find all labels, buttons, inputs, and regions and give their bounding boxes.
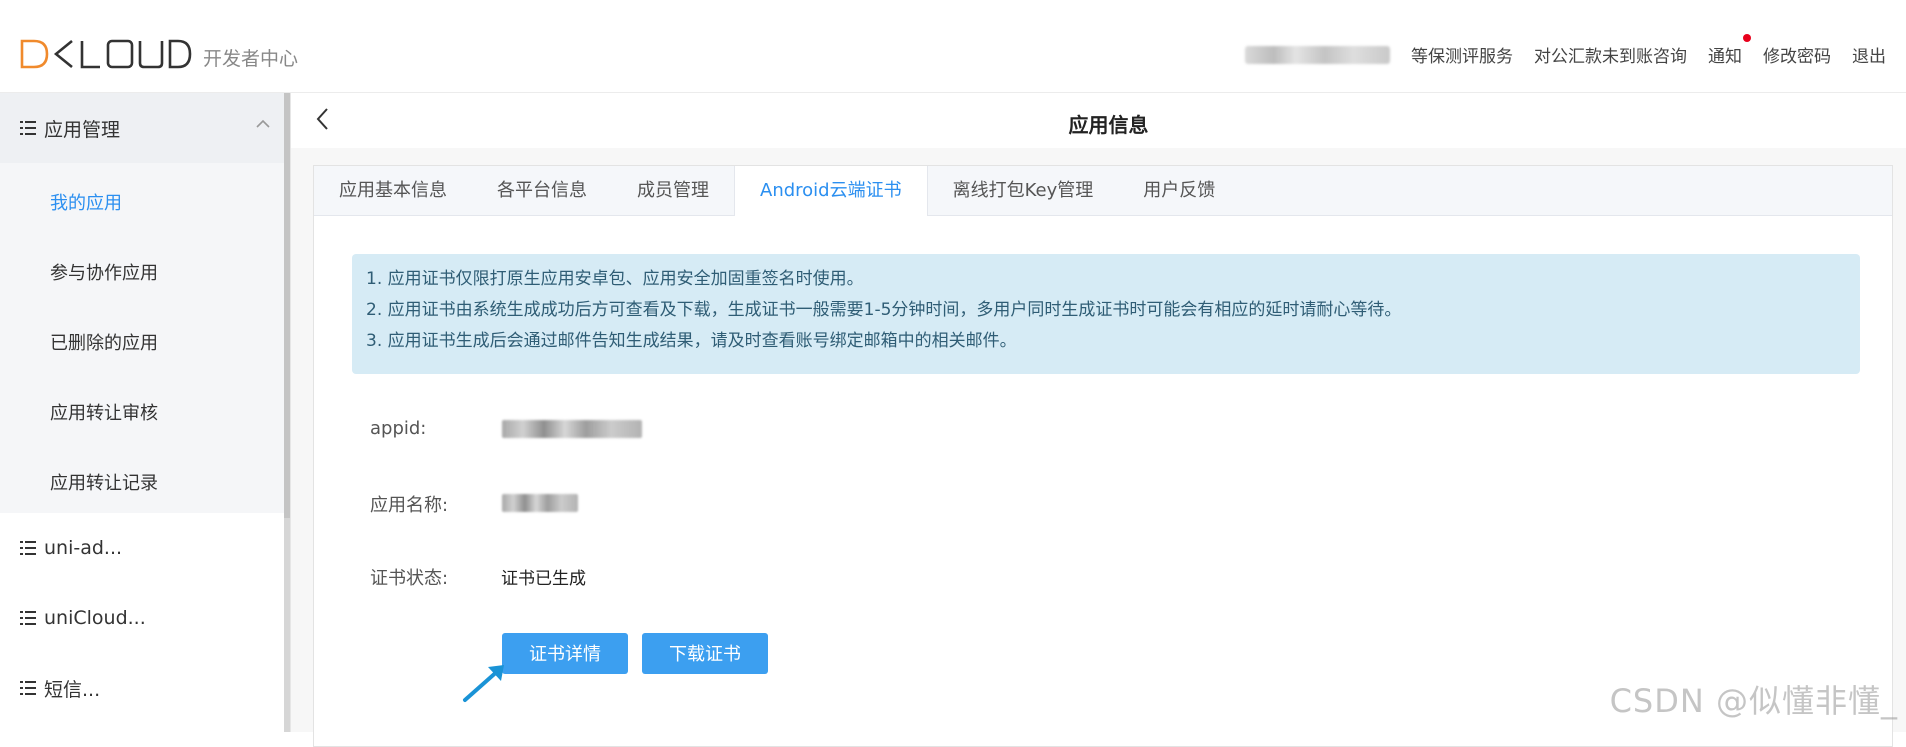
page-header: 应用信息 <box>291 93 1906 148</box>
brand-subtitle: 开发者中心 <box>203 48 299 70</box>
submenu: 我的应用 参与协作应用 已删除的应用 应用转让审核 应用转让记录 <box>0 163 284 513</box>
sidebar-item-unicloud[interactable]: uniCloud... <box>0 583 284 653</box>
list-icon <box>20 681 36 695</box>
tab-user-feedback[interactable]: 用户反馈 <box>1118 166 1240 215</box>
tab-members[interactable]: 成员管理 <box>612 166 734 215</box>
tab-platform-info[interactable]: 各平台信息 <box>472 166 612 215</box>
nav-logout[interactable]: 退出 <box>1852 42 1886 67</box>
appid-value-blurred <box>502 420 642 438</box>
notice-badge-dot <box>1743 34 1751 42</box>
cert-detail-button[interactable]: 证书详情 <box>502 633 628 674</box>
chevron-up-icon <box>256 119 270 128</box>
sidebar-item-label: uniCloud... <box>44 607 146 629</box>
menu-group-app-management[interactable]: 应用管理 <box>0 93 284 163</box>
app-name-label: 应用名称: <box>370 495 449 516</box>
sidebar-scrollbar-thumb[interactable] <box>284 93 290 518</box>
sidebar-item-label: 短信... <box>44 678 101 701</box>
alert-line: 1. 应用证书仅限打原生应用安卓包、应用安全加固重签名时使用。 <box>366 269 864 289</box>
tab-basic-info[interactable]: 应用基本信息 <box>314 166 472 215</box>
list-icon <box>20 611 36 625</box>
main-content: 应用信息 应用基本信息 各平台信息 成员管理 Android云端证书 离线打包K… <box>291 93 1906 747</box>
sidebar-item-uni-ad[interactable]: uni-ad... <box>0 513 284 583</box>
appid-label: appid: <box>370 418 427 439</box>
nav-notice[interactable]: 通知 <box>1708 34 1751 67</box>
alert-line: 3. 应用证书生成后会通过邮件告知生成结果，请及时查看账号绑定邮箱中的相关邮件。 <box>366 331 1017 351</box>
nav-change-password[interactable]: 修改密码 <box>1763 42 1831 67</box>
dcloud-logo[interactable] <box>20 36 192 72</box>
list-icon <box>20 541 36 555</box>
nav-remittance-inquiry[interactable]: 对公汇款未到账咨询 <box>1534 42 1687 67</box>
user-account-blurred[interactable] <box>1245 45 1390 64</box>
tab-android-cloud-cert[interactable]: Android云端证书 <box>734 166 928 216</box>
cert-status-value: 证书已生成 <box>501 569 586 589</box>
sidebar-item-label: uni-ad... <box>44 537 123 559</box>
info-alert: 1. 应用证书仅限打原生应用安卓包、应用安全加固重签名时使用。 2. 应用证书由… <box>352 254 1860 374</box>
sidebar: 应用管理 我的应用 参与协作应用 已删除的应用 应用转让审核 应用转让记录 un… <box>0 93 291 732</box>
sidebar-item-deleted-apps[interactable]: 已删除的应用 <box>50 329 158 355</box>
sidebar-item-transfer-record[interactable]: 应用转让记录 <box>50 469 158 495</box>
sidebar-item-sms[interactable]: 短信... <box>0 653 284 723</box>
cert-status-label: 证书状态: <box>370 568 449 589</box>
nav-security-service[interactable]: 等保测评服务 <box>1411 42 1513 67</box>
content-card: 应用基本信息 各平台信息 成员管理 Android云端证书 离线打包Key管理 … <box>313 165 1893 747</box>
tab-offline-key[interactable]: 离线打包Key管理 <box>928 166 1119 215</box>
alert-line: 2. 应用证书由系统生成成功后方可查看及下载，生成证书一般需要1-5分钟时间，多… <box>366 300 1402 320</box>
top-nav: 等保测评服务 对公汇款未到账咨询 通知 修改密码 退出 <box>1245 34 1886 67</box>
top-header: 开发者中心 等保测评服务 对公汇款未到账咨询 通知 修改密码 退出 <box>0 0 1906 93</box>
sidebar-item-transfer-review[interactable]: 应用转让审核 <box>50 399 158 425</box>
sidebar-item-my-apps[interactable]: 我的应用 <box>50 189 122 215</box>
tab-bar: 应用基本信息 各平台信息 成员管理 Android云端证书 离线打包Key管理 … <box>314 166 1892 216</box>
app-name-value-blurred <box>502 494 578 512</box>
nav-notice-label: 通知 <box>1708 47 1742 67</box>
list-icon <box>20 121 36 135</box>
annotation-arrow-icon <box>463 665 504 702</box>
csdn-watermark: CSDN @似懂非懂_ <box>1609 682 1898 720</box>
menu-group-label: 应用管理 <box>44 118 121 141</box>
sidebar-item-collab-apps[interactable]: 参与协作应用 <box>50 259 158 285</box>
page-title: 应用信息 <box>1068 113 1149 137</box>
download-cert-button[interactable]: 下载证书 <box>642 633 768 674</box>
